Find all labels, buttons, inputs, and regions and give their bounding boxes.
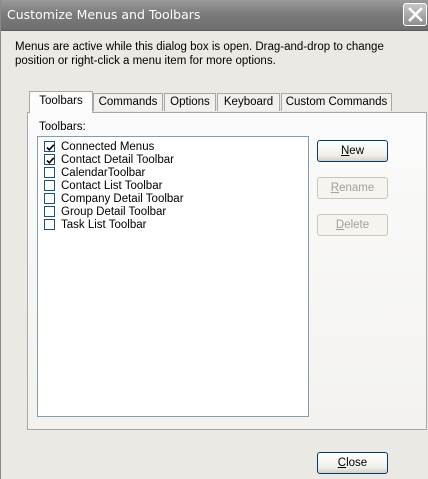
- checkmark-icon: [46, 144, 55, 151]
- toolbars-list[interactable]: Connected Menus Contact Detail Toolbar C…: [37, 136, 309, 417]
- toolbar-item-connected-menus[interactable]: Connected Menus: [44, 141, 304, 154]
- toolbars-group-label: Toolbars:: [39, 121, 86, 133]
- checkmark-icon: [46, 157, 55, 164]
- toolbar-item-contact-detail[interactable]: Contact Detail Toolbar: [44, 154, 304, 167]
- close-button[interactable]: Close: [317, 452, 388, 474]
- toolbar-item-label: Group Detail Toolbar: [61, 206, 167, 218]
- toolbar-item-group-detail[interactable]: Group Detail Toolbar: [44, 206, 304, 219]
- tab-keyboard-label: Keyboard: [223, 96, 274, 108]
- checkbox-contact-detail[interactable]: [44, 154, 55, 165]
- toolbar-item-task-list[interactable]: Task List Toolbar: [44, 219, 304, 232]
- new-label: ew: [349, 145, 364, 157]
- checkbox-task-list[interactable]: [44, 219, 55, 230]
- checkbox-connected-menus[interactable]: [44, 141, 55, 152]
- close-mnemonic: C: [337, 457, 347, 469]
- toolbar-item-label: CalendarToolbar: [61, 167, 146, 179]
- toolbar-item-label: Company Detail Toolbar: [61, 193, 184, 205]
- window-title: Customize Menus and Toolbars: [7, 7, 201, 22]
- tab-toolbars-label: Toolbars: [39, 95, 83, 107]
- tab-custom-commands[interactable]: Custom Commands: [281, 93, 392, 111]
- checkbox-contact-list[interactable]: [44, 180, 55, 191]
- tab-commands[interactable]: Commands: [93, 93, 163, 111]
- close-icon: [408, 7, 423, 22]
- toolbar-item-label: Contact List Toolbar: [61, 180, 163, 192]
- rename-label: ename: [339, 182, 375, 194]
- close-label: lose: [346, 457, 368, 469]
- instructions-line-2: position or right-click a menu item for …: [15, 55, 276, 67]
- rename-button[interactable]: Rename: [317, 177, 388, 199]
- toolbar-item-contact-list[interactable]: Contact List Toolbar: [44, 180, 304, 193]
- checkbox-calendar[interactable]: [44, 167, 55, 178]
- toolbar-item-label: Contact Detail Toolbar: [61, 154, 174, 166]
- toolbar-item-label: Task List Toolbar: [61, 219, 147, 231]
- toolbar-item-label: Connected Menus: [61, 141, 155, 153]
- customize-dialog: Customize Menus and Toolbars Menus are a…: [0, 0, 428, 479]
- rename-mnemonic: R: [330, 182, 340, 194]
- checkbox-group-detail[interactable]: [44, 206, 55, 217]
- delete-button[interactable]: Delete: [317, 214, 388, 236]
- delete-label: elete: [344, 219, 370, 231]
- tab-toolbars[interactable]: Toolbars: [29, 91, 93, 113]
- tab-commands-label: Commands: [98, 96, 158, 108]
- instructions-text: Menus are active while this dialog box i…: [15, 40, 428, 68]
- tab-options[interactable]: Options: [164, 93, 216, 111]
- new-button[interactable]: New: [317, 140, 388, 162]
- toolbar-item-calendar[interactable]: CalendarToolbar: [44, 167, 304, 180]
- checkbox-company-detail[interactable]: [44, 193, 55, 204]
- toolbar-item-company-detail[interactable]: Company Detail Toolbar: [44, 193, 304, 206]
- close-window-button[interactable]: [403, 3, 427, 26]
- tab-custom-commands-label: Custom Commands: [285, 96, 388, 108]
- tab-keyboard[interactable]: Keyboard: [217, 93, 280, 111]
- title-bar[interactable]: Customize Menus and Toolbars: [1, 0, 428, 31]
- delete-mnemonic: D: [335, 219, 345, 231]
- tab-options-label: Options: [170, 96, 210, 108]
- instructions-line-1: Menus are active while this dialog box i…: [15, 41, 384, 53]
